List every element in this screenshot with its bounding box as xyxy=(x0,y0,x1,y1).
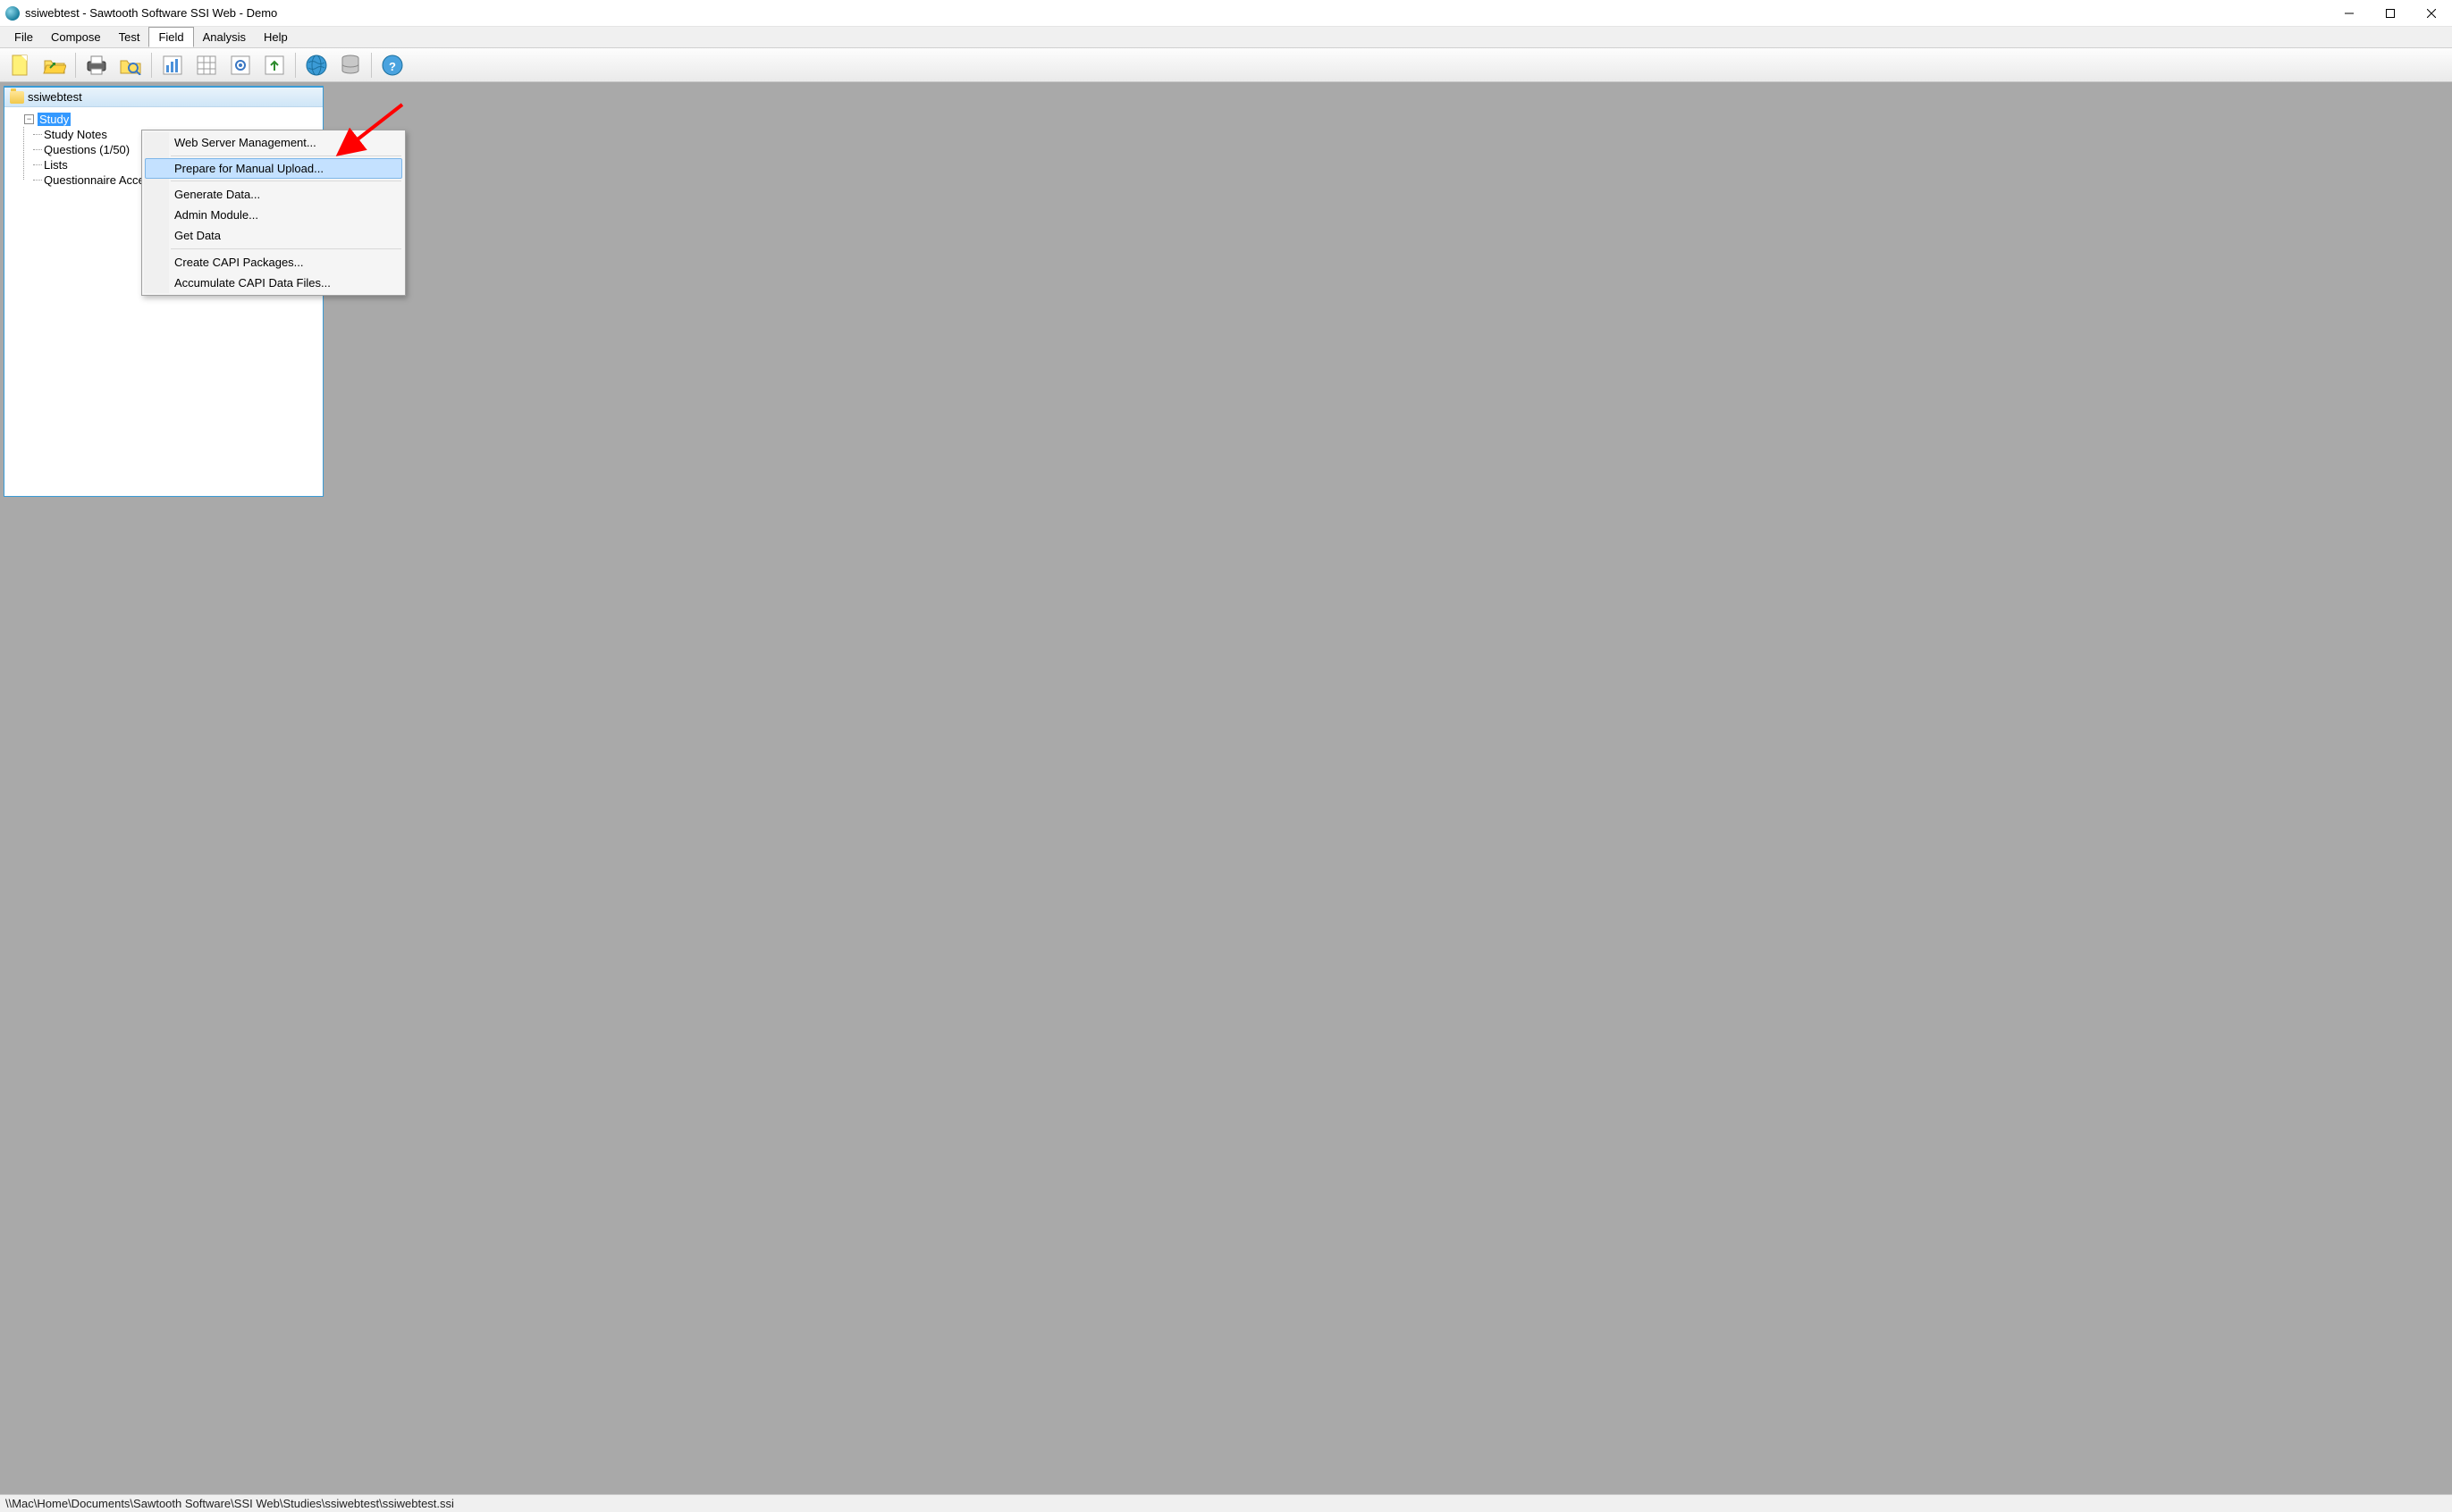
folder-icon xyxy=(10,91,24,104)
menu-test[interactable]: Test xyxy=(110,27,149,47)
app-icon xyxy=(5,6,20,21)
window-controls xyxy=(2329,0,2452,27)
menu-bar: File Compose Test Field Analysis Help xyxy=(0,27,2452,48)
tree-root-label: ssiwebtest xyxy=(28,90,82,104)
menu-file[interactable]: File xyxy=(5,27,42,47)
search-folder-icon[interactable] xyxy=(115,51,146,80)
database-icon[interactable] xyxy=(335,51,366,80)
tree-header[interactable]: ssiwebtest xyxy=(4,88,323,107)
menu-item-generate-data[interactable]: Generate Data... xyxy=(169,184,403,205)
menu-item-web-server-management[interactable]: Web Server Management... xyxy=(169,132,403,153)
upload-icon[interactable] xyxy=(259,51,290,80)
field-menu-dropdown: Web Server Management... Prepare for Man… xyxy=(141,130,406,296)
menu-item-accumulate-capi-data[interactable]: Accumulate CAPI Data Files... xyxy=(169,273,403,293)
tree-node-label: Lists xyxy=(44,158,68,172)
toolbar-separator xyxy=(151,53,152,78)
maximize-button[interactable] xyxy=(2370,0,2411,27)
close-button[interactable] xyxy=(2411,0,2452,27)
tree-node-study[interactable]: − Study xyxy=(13,111,323,127)
open-folder-icon[interactable] xyxy=(39,51,70,80)
help-icon[interactable]: ? xyxy=(377,51,408,80)
new-file-icon[interactable] xyxy=(5,51,36,80)
minimize-button[interactable] xyxy=(2329,0,2370,27)
toolbar: ? xyxy=(0,48,2452,82)
menu-item-create-capi-packages[interactable]: Create CAPI Packages... xyxy=(169,252,403,273)
menu-separator xyxy=(171,248,401,249)
menu-item-get-data[interactable]: Get Data xyxy=(169,225,403,246)
svg-text:?: ? xyxy=(389,60,396,73)
menu-separator xyxy=(171,155,401,156)
collapse-icon[interactable]: − xyxy=(24,114,34,124)
tree-node-label: Study xyxy=(38,113,71,126)
menu-help[interactable]: Help xyxy=(255,27,297,47)
table-icon[interactable] xyxy=(191,51,222,80)
menu-compose[interactable]: Compose xyxy=(42,27,110,47)
status-path: \\Mac\Home\Documents\Sawtooth Software\S… xyxy=(5,1497,454,1510)
menu-field[interactable]: Field xyxy=(148,27,193,47)
menu-analysis[interactable]: Analysis xyxy=(194,27,255,47)
print-icon[interactable] xyxy=(81,51,112,80)
title-bar: ssiwebtest - Sawtooth Software SSI Web -… xyxy=(0,0,2452,27)
globe-icon[interactable] xyxy=(301,51,332,80)
toolbar-separator xyxy=(371,53,372,78)
window-title: ssiwebtest - Sawtooth Software SSI Web -… xyxy=(25,6,2329,20)
status-bar: \\Mac\Home\Documents\Sawtooth Software\S… xyxy=(0,1494,2452,1512)
tree-node-label: Questions (1/50) xyxy=(44,143,130,156)
preview-icon[interactable] xyxy=(225,51,256,80)
toolbar-separator xyxy=(295,53,296,78)
toolbar-separator xyxy=(75,53,76,78)
menu-item-prepare-manual-upload[interactable]: Prepare for Manual Upload... xyxy=(145,158,402,179)
tree-node-label: Study Notes xyxy=(44,128,107,141)
menu-item-admin-module[interactable]: Admin Module... xyxy=(169,205,403,225)
chart-icon[interactable] xyxy=(157,51,188,80)
workspace: ssiwebtest − Study Study Notes Questions… xyxy=(0,82,2452,1494)
